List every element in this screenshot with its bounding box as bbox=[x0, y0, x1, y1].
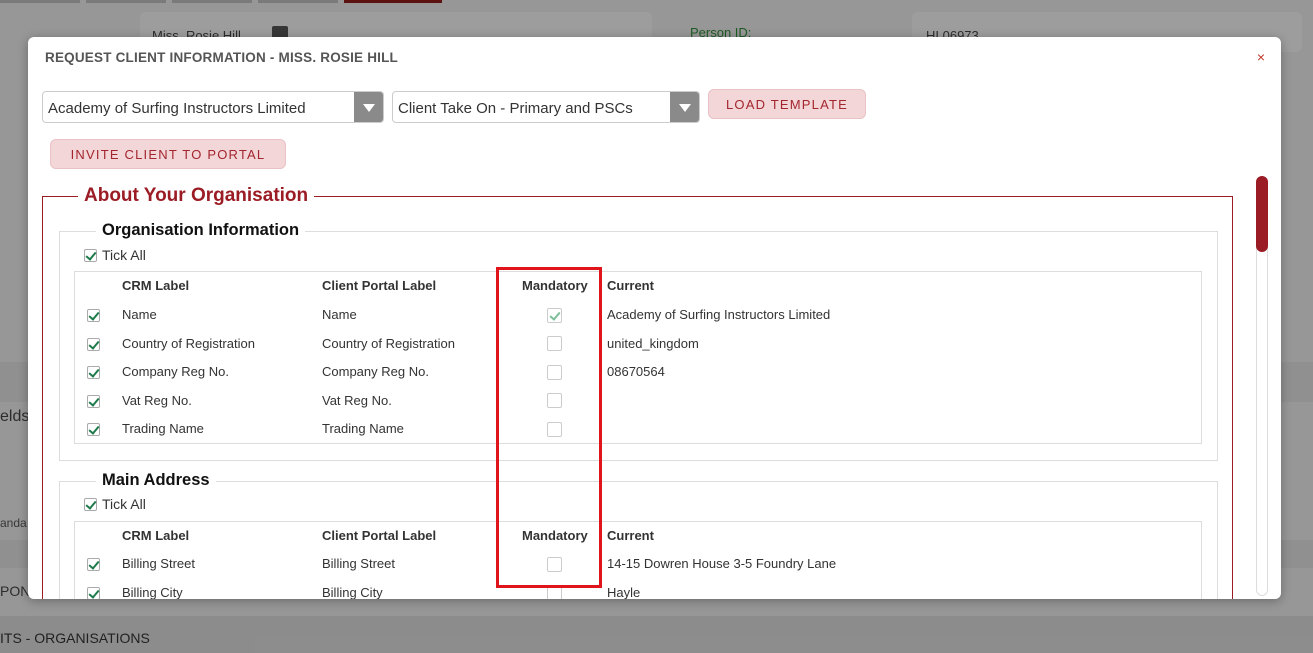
client-select[interactable]: Academy of Surfing Instructors Limited bbox=[42, 91, 384, 123]
portal-label: Company Reg No. bbox=[322, 364, 429, 379]
row-select-checkbox[interactable] bbox=[87, 338, 100, 351]
column-header-portal: Client Portal Label bbox=[322, 528, 437, 543]
load-template-button[interactable]: LOAD TEMPLATE bbox=[708, 89, 866, 119]
row-select-checkbox[interactable] bbox=[87, 423, 100, 436]
org-info-tick-all-label: Tick All bbox=[102, 247, 146, 263]
close-icon[interactable]: × bbox=[1257, 49, 1265, 65]
about-organisation-legend: About Your Organisation bbox=[78, 185, 315, 207]
client-select-value: Academy of Surfing Instructors Limited bbox=[48, 100, 306, 117]
template-select-value: Client Take On - Primary and PSCs bbox=[398, 100, 633, 117]
template-select[interactable]: Client Take On - Primary and PSCs bbox=[392, 91, 700, 123]
main-address-legend: Main Address bbox=[96, 471, 216, 490]
row-select-checkbox[interactable] bbox=[87, 587, 100, 599]
org-info-table bbox=[74, 271, 1202, 444]
portal-label: Billing Street bbox=[322, 556, 395, 571]
mandatory-checkbox[interactable] bbox=[547, 393, 562, 408]
mandatory-checkbox[interactable] bbox=[547, 586, 562, 599]
current-value: 14-15 Dowren House 3-5 Foundry Lane bbox=[607, 556, 837, 571]
column-header-crm: CRM Label bbox=[122, 278, 190, 293]
main-address-tick-all-label: Tick All bbox=[102, 496, 146, 512]
row-select-checkbox[interactable] bbox=[87, 309, 100, 322]
column-header-current: Current bbox=[607, 278, 654, 293]
current-value: united_kingdom bbox=[607, 336, 699, 351]
portal-label: Trading Name bbox=[322, 421, 404, 436]
crm-label: Company Reg No. bbox=[122, 364, 229, 379]
portal-label: Country of Registration bbox=[322, 336, 455, 351]
org-info-legend: Organisation Information bbox=[96, 221, 306, 240]
modal-title: REQUEST CLIENT INFORMATION - MISS. ROSIE… bbox=[45, 50, 398, 65]
mandatory-checkbox[interactable] bbox=[547, 557, 562, 572]
org-info-tick-all-checkbox[interactable] bbox=[84, 249, 97, 262]
mandatory-checkbox[interactable] bbox=[547, 422, 562, 437]
row-select-checkbox[interactable] bbox=[87, 395, 100, 408]
crm-label: Trading Name bbox=[122, 421, 204, 436]
main-address-tick-all-checkbox[interactable] bbox=[84, 498, 97, 511]
crm-label: Billing City bbox=[122, 585, 183, 599]
portal-label: Name bbox=[322, 307, 357, 322]
column-header-crm: CRM Label bbox=[122, 528, 190, 543]
row-select-checkbox[interactable] bbox=[87, 366, 100, 379]
column-header-portal: Client Portal Label bbox=[322, 278, 437, 293]
current-value: Academy of Surfing Instructors Limited bbox=[607, 307, 831, 322]
column-header-current: Current bbox=[607, 528, 654, 543]
current-value: 08670564 bbox=[607, 364, 665, 379]
mandatory-checkbox[interactable] bbox=[547, 365, 562, 380]
crm-label: Vat Reg No. bbox=[122, 393, 192, 408]
row-select-checkbox[interactable] bbox=[87, 558, 100, 571]
crm-label: Name bbox=[122, 307, 157, 322]
chevron-down-icon[interactable] bbox=[354, 92, 383, 122]
column-header-mandatory: Mandatory bbox=[522, 528, 588, 543]
portal-label: Vat Reg No. bbox=[322, 393, 392, 408]
invite-client-button[interactable]: INVITE CLIENT TO PORTAL bbox=[50, 139, 286, 169]
mandatory-checkbox[interactable] bbox=[547, 308, 562, 323]
mandatory-checkbox[interactable] bbox=[547, 336, 562, 351]
modal-scrollbar-thumb[interactable] bbox=[1256, 176, 1268, 252]
column-header-mandatory: Mandatory bbox=[522, 278, 588, 293]
portal-label: Billing City bbox=[322, 585, 383, 599]
request-client-info-modal: REQUEST CLIENT INFORMATION - MISS. ROSIE… bbox=[28, 37, 1281, 599]
crm-label: Country of Registration bbox=[122, 336, 255, 351]
crm-label: Billing Street bbox=[122, 556, 195, 571]
chevron-down-icon[interactable] bbox=[670, 92, 699, 122]
current-value: Hayle bbox=[607, 585, 641, 599]
